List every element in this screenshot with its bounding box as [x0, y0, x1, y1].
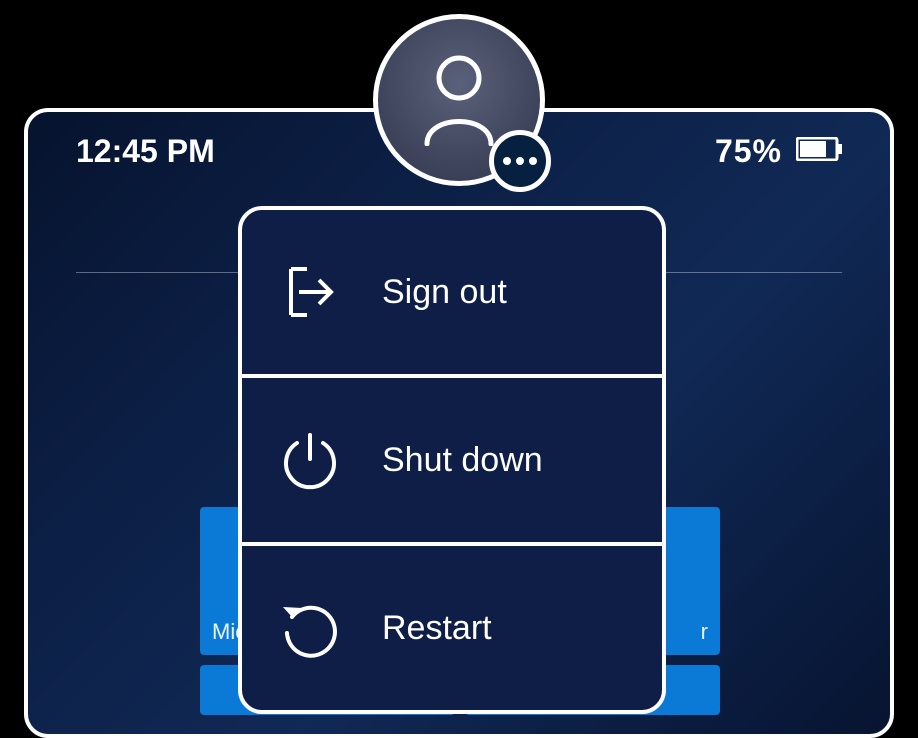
battery-percent: 75%: [715, 133, 782, 170]
shut-down-button[interactable]: Shut down: [242, 378, 662, 546]
power-icon: [278, 428, 342, 492]
menu-item-label: Restart: [382, 609, 492, 648]
tile-label: r: [701, 619, 708, 645]
menu-item-label: Shut down: [382, 441, 543, 480]
power-menu: Sign out Shut down Restart: [238, 206, 666, 714]
more-options-button[interactable]: [489, 130, 551, 192]
menu-item-label: Sign out: [382, 273, 507, 312]
battery-icon: [796, 137, 842, 166]
sign-out-button[interactable]: Sign out: [242, 210, 662, 378]
battery-status: 75%: [715, 133, 842, 170]
clock-time: 12:45 PM: [76, 133, 215, 170]
ellipsis-icon: [529, 157, 537, 165]
ellipsis-icon: [503, 157, 511, 165]
sign-out-icon: [278, 260, 342, 324]
person-icon: [417, 50, 501, 151]
user-avatar-container: [373, 14, 545, 186]
restart-button[interactable]: Restart: [242, 546, 662, 710]
restart-icon: [278, 596, 342, 660]
ellipsis-icon: [516, 157, 524, 165]
